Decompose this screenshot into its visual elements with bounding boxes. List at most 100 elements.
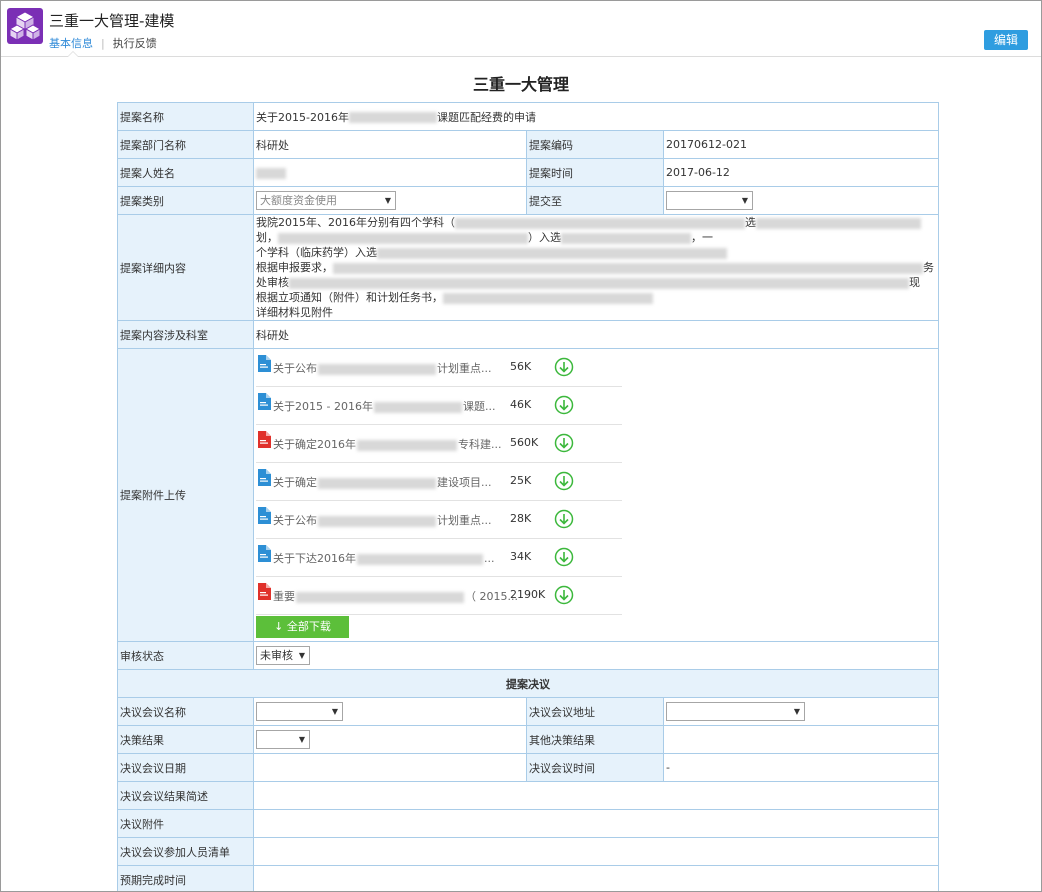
- form-row: 提案决议: [116, 669, 940, 698]
- attachment-name-link[interactable]: 关于公布 计划重点...: [273, 512, 492, 528]
- detail-line: 我院2015年、2016年分别有四个学科（ 选: [256, 215, 936, 230]
- attachment-name-suffix: 建设项目...: [437, 476, 492, 489]
- expected-done-value: [252, 865, 940, 891]
- attachment-name-link[interactable]: 重要（ 2015...: [273, 588, 518, 604]
- meeting-addr-cell: ▼: [662, 697, 940, 726]
- other-result-value: [662, 725, 940, 754]
- form-row: 提案内容涉及科室 科研处: [117, 320, 940, 349]
- app-window: 三重一大管理-建模 基本信息 | 执行反馈 编辑 三重一大管理 提案名称 关于201…: [0, 0, 1042, 892]
- decision-attach-label: 决议附件: [117, 809, 254, 838]
- attachment-name-link[interactable]: 关于下达2016年...: [273, 550, 495, 566]
- form-row: 决议会议结果简述: [117, 781, 940, 810]
- detail-line: 详细材料见附件: [256, 305, 936, 320]
- pdf-file-icon: [257, 583, 271, 600]
- detail-text: 划，: [256, 231, 278, 244]
- form-row: 决议会议名称 ▼ 决议会议地址 ▼: [117, 697, 940, 726]
- edit-button[interactable]: 编辑: [984, 30, 1028, 50]
- attachment-row: 关于公布 计划重点... 56K: [256, 349, 622, 387]
- download-all-label: 全部下载: [286, 620, 331, 633]
- detail-text: 我院2015年、2016年分别有四个学科（: [256, 216, 455, 229]
- detail-text: 选: [745, 216, 756, 229]
- attachment-name-prefix: 关于公布: [273, 514, 317, 527]
- attachment-name-prefix: 关于确定2016年: [273, 438, 356, 451]
- category-select-value: 大额度资金使用: [260, 194, 337, 207]
- attachment-name-suffix: 计划重点...: [437, 514, 492, 527]
- meeting-summary-value: [252, 781, 940, 810]
- submit-to-select[interactable]: ▼: [666, 191, 753, 210]
- form-row: 提案类别 大额度资金使用 ▼ 提交至 ▼: [117, 186, 940, 215]
- download-icon[interactable]: [554, 547, 574, 567]
- other-result-label: 其他决策结果: [526, 725, 664, 754]
- attachments-cell: 关于公布 计划重点... 56K 关于2015 - 2016年 课题... 46K 关于确定…: [252, 348, 940, 642]
- active-tab-indicator: [67, 51, 79, 57]
- detail-text: 详细材料见附件: [256, 306, 333, 319]
- attachment-row: 关于公布 计划重点... 28K: [256, 501, 622, 539]
- attachment-name-link[interactable]: 关于公布 计划重点...: [273, 360, 492, 376]
- redacted-text: [756, 217, 921, 229]
- attachment-name-link[interactable]: 关于确定 建设项目...: [273, 474, 492, 490]
- chevron-down-icon: ▼: [793, 707, 800, 716]
- attachment-row: 关于确定 建设项目... 25K: [256, 463, 622, 501]
- proposer-value: [253, 158, 527, 187]
- decision-attach-value: [252, 809, 940, 838]
- proposal-name-suffix: 课题匹配经费的申请: [436, 110, 536, 124]
- review-status-cell: 未审核 ▼: [252, 641, 940, 670]
- decision-result-select[interactable]: ▼: [256, 730, 310, 749]
- redacted-text: [318, 363, 436, 375]
- form-row: 提案部门名称 科研处 提案编码 20170612-021: [117, 130, 940, 159]
- category-label: 提案类别: [117, 186, 254, 215]
- meeting-summary-label: 决议会议结果简述: [117, 781, 254, 810]
- chevron-down-icon: ▼: [298, 651, 305, 660]
- review-status-select[interactable]: 未审核 ▼: [256, 646, 310, 665]
- decision-section-title: 提案决议: [116, 669, 940, 698]
- code-label: 提案编码: [526, 130, 664, 159]
- redacted-text: [296, 591, 464, 603]
- meeting-name-label: 决议会议名称: [117, 697, 254, 726]
- meeting-time-label: 决议会议时间: [526, 753, 664, 782]
- attachment-row: 关于确定2016年 专科建... 560K: [256, 425, 622, 463]
- document-file-icon: [257, 545, 271, 562]
- download-icon[interactable]: [554, 433, 574, 453]
- tab-basic-info[interactable]: 基本信息: [49, 35, 93, 51]
- attachment-name-suffix: ...: [484, 552, 495, 565]
- download-icon[interactable]: [554, 395, 574, 415]
- detail-line: 根据立项通知（附件）和计划任务书，: [256, 290, 936, 305]
- attachment-size: 560K: [510, 436, 539, 449]
- detail-text: ，一: [691, 231, 713, 244]
- attachment-name-prefix: 重要: [273, 590, 295, 603]
- attachment-name-link[interactable]: 关于2015 - 2016年 课题...: [273, 398, 495, 414]
- redacted-text: [278, 232, 528, 244]
- attendees-label: 决议会议参加人员清单: [117, 837, 254, 866]
- form-row: 审核状态 未审核 ▼: [117, 641, 940, 670]
- meeting-date-value: [253, 753, 527, 782]
- tab-execution-feedback[interactable]: 执行反馈: [113, 35, 157, 51]
- category-select[interactable]: 大额度资金使用 ▼: [256, 191, 396, 210]
- download-all-button[interactable]: ↓ 全部下载: [256, 616, 349, 638]
- pdf-file-icon: [257, 431, 271, 448]
- expected-done-label: 预期完成时间: [117, 865, 254, 891]
- chevron-down-icon: ▼: [331, 707, 338, 716]
- attachment-name-prefix: 关于2015 - 2016年: [273, 400, 373, 413]
- chevron-down-icon: ▼: [741, 196, 748, 205]
- meeting-addr-select[interactable]: ▼: [666, 702, 805, 721]
- tab-divider: |: [101, 37, 105, 50]
- redacted-text: [455, 217, 745, 229]
- proposal-name-value: 关于2015-2016年 课题匹配经费的申请: [252, 102, 940, 131]
- page-title: 三重一大管理: [472, 75, 569, 94]
- meeting-name-select[interactable]: ▼: [256, 702, 343, 721]
- app-title: 三重一大管理-建模: [49, 12, 175, 30]
- detail-text: ）入选: [528, 231, 561, 244]
- review-status-label: 审核状态: [117, 641, 254, 670]
- download-icon[interactable]: [554, 357, 574, 377]
- download-icon[interactable]: [554, 585, 574, 605]
- attachment-name-link[interactable]: 关于确定2016年 专科建...: [273, 436, 502, 452]
- detail-text: 务: [923, 261, 934, 274]
- document-file-icon: [257, 507, 271, 524]
- app-header: 三重一大管理-建模 基本信息 | 执行反馈 编辑: [1, 1, 1041, 57]
- download-icon[interactable]: [554, 471, 574, 491]
- download-icon[interactable]: [554, 509, 574, 529]
- attachment-size: 56K: [510, 360, 532, 373]
- chevron-down-icon: ▼: [384, 196, 391, 205]
- redacted-text: [377, 247, 727, 259]
- decision-result-label: 决策结果: [117, 725, 254, 754]
